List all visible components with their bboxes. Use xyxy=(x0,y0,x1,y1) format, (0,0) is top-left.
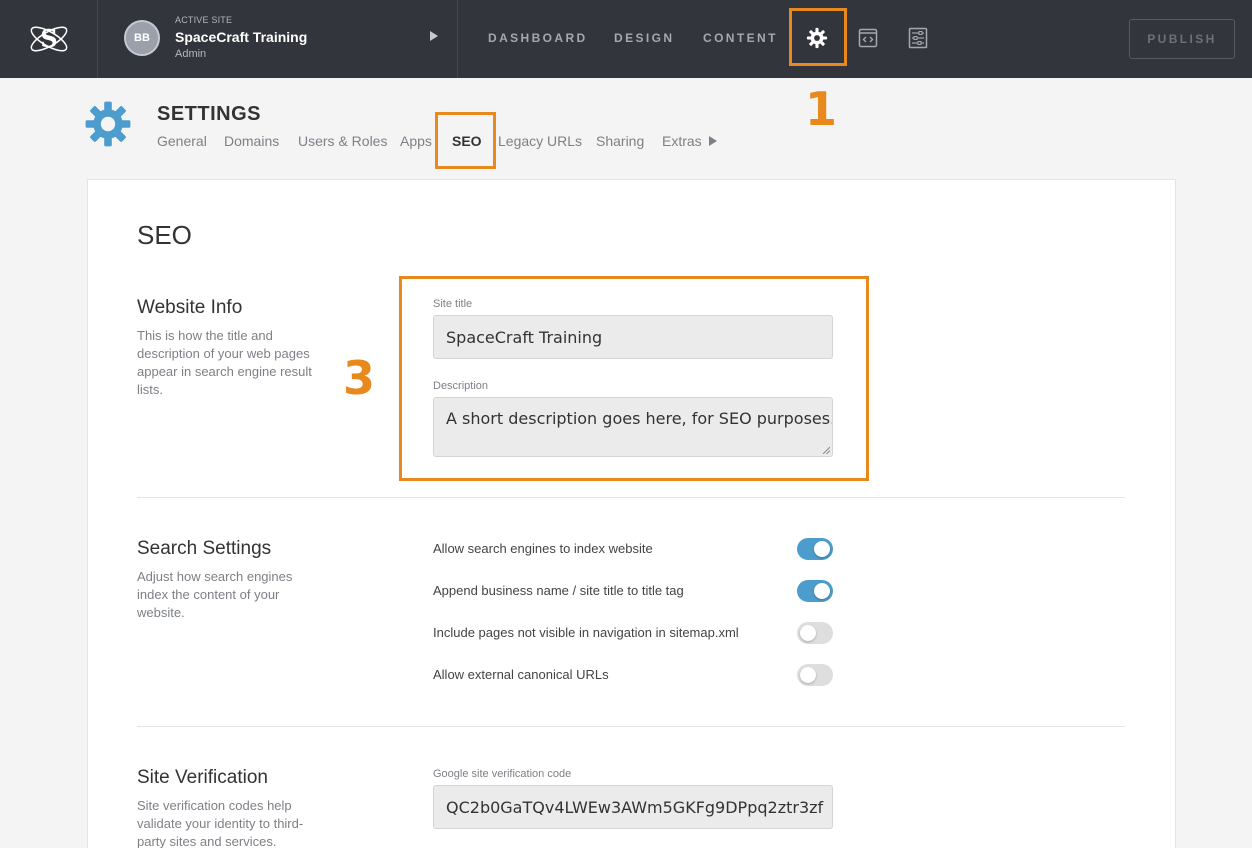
active-site-role: Admin xyxy=(175,48,207,60)
description-textarea[interactable]: A short description goes here, for SEO p… xyxy=(433,397,833,457)
app-logo[interactable]: S xyxy=(0,0,98,78)
tab-legacy-urls[interactable]: Legacy URLs xyxy=(498,133,582,149)
top-bar: S BB ACTIVE SITE SpaceCraft Training Adm… xyxy=(0,0,1252,78)
resize-handle-icon[interactable] xyxy=(822,446,830,454)
annotation-number-1: 1 xyxy=(805,82,838,136)
toggle-knob xyxy=(800,625,816,641)
spacecraft-logo-icon: S xyxy=(30,24,67,53)
tab-users-roles[interactable]: Users & Roles xyxy=(298,133,387,149)
site-title-label: Site title xyxy=(433,298,473,310)
code-editor-button[interactable] xyxy=(853,23,883,53)
toggle-label-append-business-name: Append business name / site title to tit… xyxy=(433,583,684,598)
svg-text:S: S xyxy=(40,24,57,53)
google-verification-input[interactable]: QC2b0GaTQv4LWEw3AWm5GKFg9DPpq2ztr3zf xyxy=(433,785,833,829)
site-expand-arrow-icon[interactable] xyxy=(430,31,438,41)
toggle-knob xyxy=(814,541,830,557)
site-title-value: SpaceCraft Training xyxy=(446,327,603,347)
toggle-knob xyxy=(800,667,816,683)
tab-apps[interactable]: Apps xyxy=(400,133,432,149)
page-title: SETTINGS xyxy=(157,103,262,125)
annotation-box-1 xyxy=(789,8,847,66)
toggle-label-include-hidden-pages: Include pages not visible in navigation … xyxy=(433,625,739,640)
nav-design[interactable]: DESIGN xyxy=(614,31,674,45)
search-settings-title: Search Settings xyxy=(137,538,272,559)
search-settings-description: Adjust how search engines index the cont… xyxy=(137,569,293,620)
nav-dashboard[interactable]: DASHBOARD xyxy=(488,31,588,45)
sliders-button[interactable] xyxy=(903,23,933,53)
toggle-include-hidden-pages[interactable] xyxy=(797,622,833,644)
tab-domains[interactable]: Domains xyxy=(224,133,279,149)
active-site-kicker: ACTIVE SITE xyxy=(175,15,233,25)
active-site-name: SpaceCraft Training xyxy=(175,29,308,45)
section-divider xyxy=(137,726,1125,727)
website-info-description: This is how the title and description of… xyxy=(137,328,312,397)
tab-general[interactable]: General xyxy=(157,133,207,149)
settings-header-gear-icon xyxy=(84,100,132,148)
toggle-index-website[interactable] xyxy=(797,538,833,560)
site-title-input[interactable]: SpaceCraft Training xyxy=(433,315,833,359)
active-site-switcher[interactable]: BB ACTIVE SITE SpaceCraft Training Admin xyxy=(98,0,458,78)
tabs-more-arrow-icon[interactable] xyxy=(709,136,717,146)
site-verification-description: Site verification codes help validate yo… xyxy=(137,798,304,848)
toggle-label-external-canonical: Allow external canonical URLs xyxy=(433,667,609,682)
nav-content[interactable]: CONTENT xyxy=(703,31,778,45)
google-verification-label: Google site verification code xyxy=(433,768,572,780)
sliders-icon xyxy=(908,27,928,49)
website-info-title: Website Info xyxy=(137,297,243,318)
avatar: BB xyxy=(124,20,160,56)
description-label: Description xyxy=(433,380,489,392)
toggle-append-business-name[interactable] xyxy=(797,580,833,602)
code-editor-icon xyxy=(858,28,878,48)
toggle-external-canonical[interactable] xyxy=(797,664,833,686)
toggle-label-index-website: Allow search engines to index website xyxy=(433,541,653,556)
tab-extras[interactable]: Extras xyxy=(662,133,702,149)
section-heading: SEO xyxy=(137,220,192,250)
site-verification-title: Site Verification xyxy=(137,767,268,788)
publish-button[interactable]: PUBLISH xyxy=(1129,19,1235,59)
toggle-knob xyxy=(814,583,830,599)
google-verification-value: QC2b0GaTQv4LWEw3AWm5GKFg9DPpq2ztr3zf xyxy=(446,797,824,817)
annotation-number-3: 3 xyxy=(343,351,376,405)
description-value: A short description goes here, for SEO p… xyxy=(446,409,833,428)
annotation-box-2 xyxy=(435,112,496,169)
tab-sharing[interactable]: Sharing xyxy=(596,133,644,149)
section-divider xyxy=(137,497,1125,498)
